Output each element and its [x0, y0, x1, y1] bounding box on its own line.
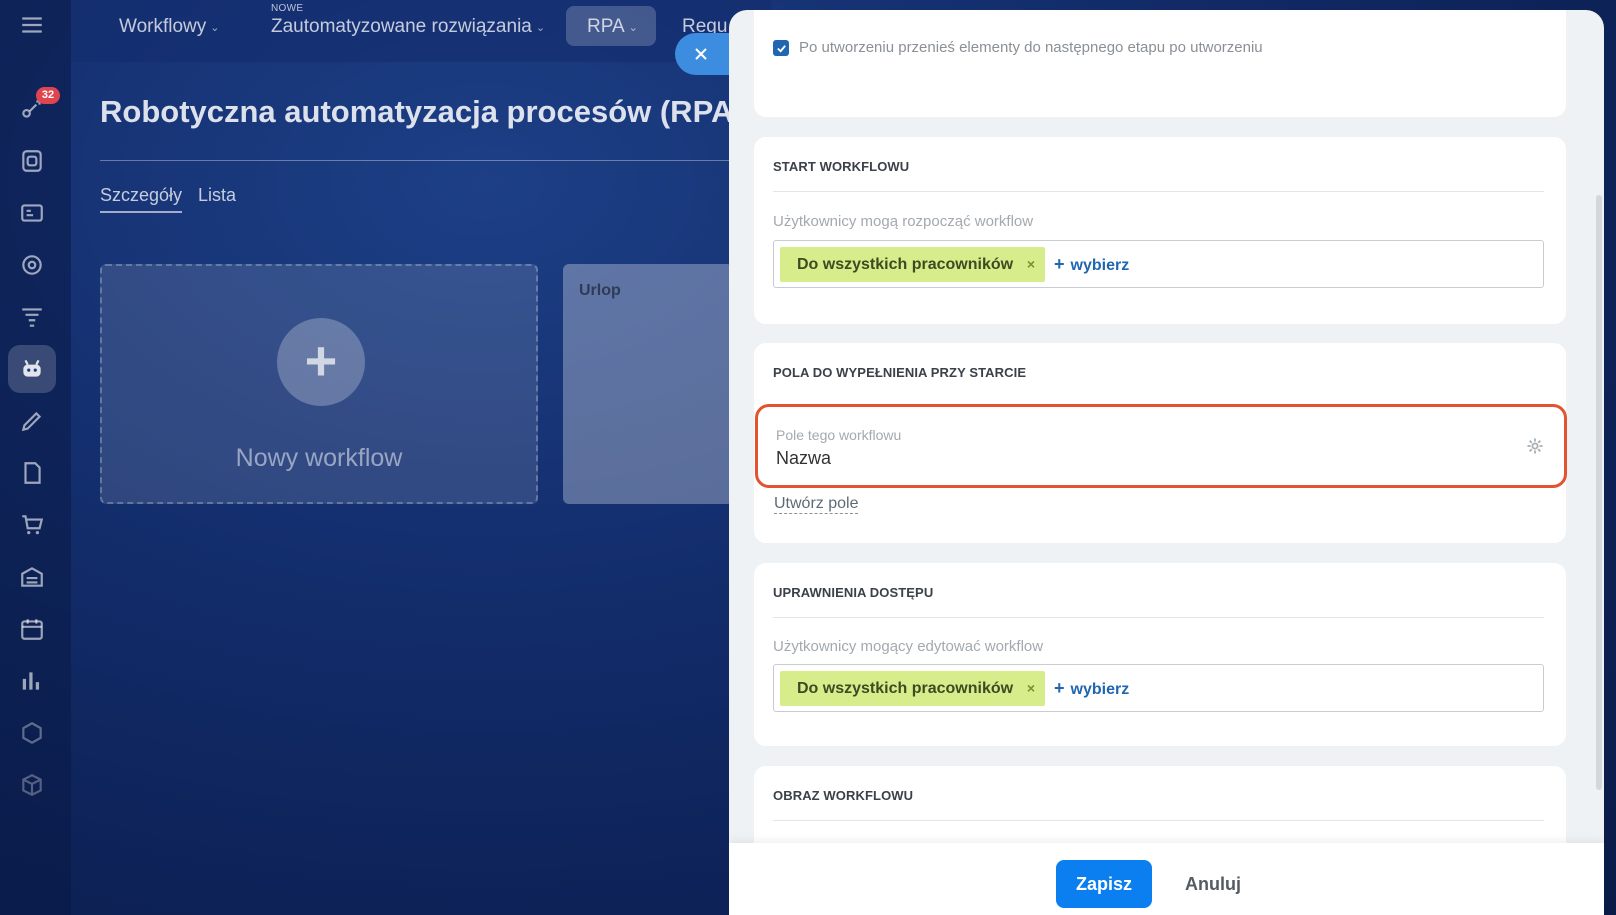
nav-workflowy[interactable]: Workflowy ⌄ [119, 16, 220, 38]
add-user-link[interactable]: + wybierz [1054, 254, 1129, 275]
start-users-label: Użytkownicy mogą rozpocząć workflow [773, 213, 1034, 230]
section-title: START WORKFLOWU [773, 159, 910, 174]
add-user-label: wybierz [1070, 681, 1130, 698]
close-slider-button[interactable] [675, 33, 737, 75]
nav-automated-solutions[interactable]: Zautomatyzowane rozwiązania ⌄ [271, 16, 545, 38]
section-divider [773, 820, 1544, 821]
edit-users-label: Użytkownicy mogący edytować workflow [773, 638, 1044, 655]
new-tag: NOWE [271, 3, 304, 14]
left-rail: 32 [0, 0, 71, 915]
workflow-field-row[interactable]: Pole tego workflowu Nazwa [755, 404, 1567, 488]
section-divider [773, 617, 1544, 618]
close-icon [695, 48, 707, 60]
move-elements-label: Po utworzeniu przenieś elementy do nastę… [799, 39, 1263, 56]
add-user-link[interactable]: + wybierz [1054, 678, 1129, 699]
section-title: OBRAZ WORKFLOWU [773, 788, 914, 803]
user-tag: Do wszystkich pracowników × [780, 671, 1046, 706]
plus-icon: + [277, 318, 365, 406]
new-workflow-label: Nowy workflow [235, 444, 403, 472]
nav-automated-solutions-label: Zautomatyzowane rozwiązania [271, 16, 532, 37]
settings-section-top: Po utworzeniu przenieś elementy do nastę… [754, 10, 1566, 117]
top-navigation: Workflowy ⌄ NOWE Zautomatyzowane rozwiąza… [71, 0, 771, 62]
workflow-field-value: Nazwa [776, 448, 832, 468]
move-elements-checkbox[interactable] [773, 40, 789, 56]
title-divider [100, 160, 730, 161]
tab-details[interactable]: Szczegóły [100, 185, 183, 213]
user-tag-label: Do wszystkich pracowników [797, 256, 1014, 273]
chevron-down-icon: ⌄ [535, 21, 546, 34]
check-icon [776, 44, 786, 53]
workflow-settings-panel: Po utworzeniu przenieś elementy do nastę… [729, 10, 1604, 915]
chevron-down-icon: ⌄ [210, 21, 220, 34]
nav-rpa[interactable]: RPA ⌄ [587, 16, 638, 38]
section-divider [773, 191, 1544, 192]
section-title: UPRAWNIENIA DOSTĘPU [773, 585, 934, 600]
user-tag: Do wszystkich pracowników × [780, 247, 1046, 282]
tab-list[interactable]: Lista [198, 185, 236, 206]
page-title: Robotyczna automatyzacja procesów (RPA) [100, 94, 744, 129]
target-icon[interactable] [8, 241, 56, 289]
crm-icon[interactable] [8, 189, 56, 237]
calendar-icon[interactable] [8, 605, 56, 653]
doc-icon[interactable] [8, 449, 56, 497]
chevron-down-icon: ⌄ [628, 21, 638, 34]
new-workflow-card[interactable]: + Nowy workflow [100, 264, 538, 504]
analytics-icon[interactable] [8, 657, 56, 705]
plus-icon: + [1054, 678, 1065, 698]
panel-footer: Zapisz Anuluj [729, 843, 1604, 915]
start-workflow-section: START WORKFLOWU Użytkownicy mogą rozpocz… [754, 137, 1566, 324]
panel-scrollbar[interactable] [1596, 195, 1602, 790]
sign-icon[interactable] [8, 397, 56, 445]
user-tag-label: Do wszystkich pracowników [797, 680, 1014, 697]
access-rights-section: UPRAWNIENIA DOSTĘPU Użytkownicy mogący e… [754, 563, 1566, 746]
funnel-icon[interactable] [8, 293, 56, 341]
workflow-card-title: Urlop [579, 282, 621, 299]
box-icon[interactable] [8, 761, 56, 809]
edit-users-selector[interactable]: Do wszystkich pracowników × + wybierz [773, 664, 1544, 712]
menu-icon[interactable] [8, 1, 56, 49]
tasks-icon[interactable] [8, 137, 56, 185]
gear-icon[interactable] [1526, 437, 1544, 455]
nav-workflowy-label: Workflowy [119, 16, 207, 37]
remove-tag-icon[interactable]: × [1027, 671, 1035, 706]
create-field-link[interactable]: Utwórz pole [774, 494, 859, 514]
add-user-label: wybierz [1070, 257, 1130, 274]
chat-icon[interactable]: 32 [8, 85, 60, 133]
remove-tag-icon[interactable]: × [1027, 247, 1035, 282]
warehouse-icon[interactable] [8, 553, 56, 601]
workflow-field-label: Pole tego workflowu [776, 427, 902, 443]
rpa-robot-icon[interactable] [8, 345, 56, 393]
plus-icon: + [1054, 254, 1065, 274]
notification-badge: 32 [36, 87, 60, 104]
save-button[interactable]: Zapisz [1056, 860, 1152, 908]
start-users-selector[interactable]: Do wszystkich pracowników × + wybierz [773, 240, 1544, 288]
hexagon-icon[interactable] [8, 709, 56, 757]
nav-rpa-label: RPA [587, 16, 625, 37]
workflow-card-urlop[interactable]: Urlop [563, 264, 733, 504]
section-title: POLA DO WYPEŁNIENIA PRZY STARCIE [773, 365, 1027, 380]
shop-icon[interactable] [8, 501, 56, 549]
cancel-button[interactable]: Anuluj [1173, 860, 1253, 908]
